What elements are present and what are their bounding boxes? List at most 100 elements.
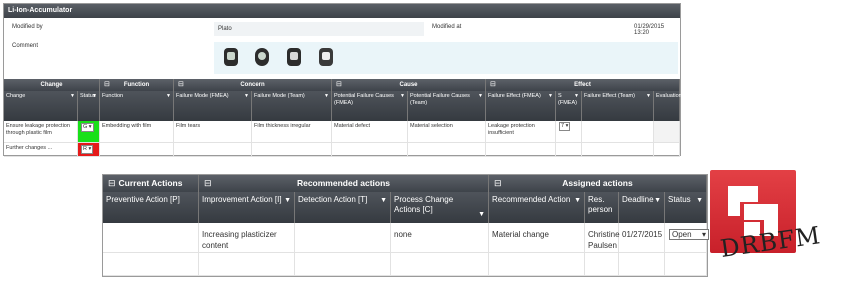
cell-effect-fmea[interactable] — [486, 143, 556, 157]
modified-at-label: Modified at — [432, 24, 462, 30]
sort-arrow-icon[interactable]: ▼ — [284, 196, 291, 206]
sort-arrow-icon[interactable]: ▼ — [548, 93, 553, 100]
modified-row: Modified by Plato Modified at 01/29/2015… — [4, 18, 680, 39]
empty-cell[interactable] — [295, 253, 391, 276]
cell-change[interactable]: Further changes ... — [4, 143, 78, 157]
empty-cell[interactable] — [103, 253, 199, 276]
col-severity[interactable]: S (FMEA) ▼ — [556, 91, 582, 121]
severity-cell[interactable] — [556, 143, 582, 157]
col-failure-mode-fmea[interactable]: Failure Mode (FMEA) ▼ — [174, 91, 252, 121]
cell-improvement[interactable]: Increasing plasticizer content — [199, 223, 295, 253]
col-effect-team[interactable]: Failure Effect (Team) ▼ — [582, 91, 654, 121]
modified-by-label: Modified by — [12, 24, 43, 30]
chevron-down-icon: ▾ — [701, 230, 706, 239]
device-image-3[interactable] — [284, 46, 304, 68]
severity-select[interactable]: 7 ▾ — [559, 122, 571, 131]
cell-effect-team[interactable] — [582, 121, 654, 143]
cell-effect-fmea[interactable]: Leakage protection insufficient — [486, 121, 556, 143]
col-detection-action[interactable]: Detection Action [T] ▼ — [295, 192, 391, 223]
cell-deadline[interactable]: 01/27/2015 — [619, 223, 665, 253]
collapse-icon[interactable]: ⊟ — [104, 79, 110, 91]
col-evaluation[interactable]: Evaluation — [654, 91, 682, 121]
cell-evaluation[interactable] — [654, 121, 680, 143]
sort-arrow-icon[interactable]: ▼ — [478, 93, 483, 100]
sort-arrow-icon[interactable]: ▼ — [380, 196, 387, 206]
comment-label: Comment — [12, 43, 39, 49]
status-select[interactable]: R ▾ — [81, 145, 94, 154]
col-preventive-action[interactable]: Preventive Action [P] — [103, 192, 199, 223]
col-function[interactable]: Function ▼ — [100, 91, 174, 121]
collapse-icon[interactable]: ⊟ — [336, 79, 342, 91]
cell-cause-fmea[interactable] — [332, 143, 408, 157]
col-status[interactable]: Status ▼ — [665, 192, 707, 223]
cell-cause-fmea[interactable]: Material defect — [332, 121, 408, 143]
cell-failure-mode-team[interactable]: Film thickness irregular — [252, 121, 332, 143]
cell-preventive[interactable] — [103, 223, 199, 253]
col-cause-fmea[interactable]: Potential Failure Causes (FMEA) ▼ — [332, 91, 408, 121]
fmea-panel: Li-Ion-Accumulator Modified by Plato Mod… — [3, 3, 682, 157]
device-image-4[interactable] — [316, 46, 336, 68]
cell-change[interactable]: Ensure leakage protection through plasti… — [4, 121, 78, 143]
cell-failure-mode-fmea[interactable] — [174, 143, 252, 157]
sort-arrow-icon[interactable]: ▼ — [70, 93, 75, 100]
cell-effect-team[interactable] — [582, 143, 654, 157]
cell-function[interactable] — [100, 143, 174, 157]
empty-cell[interactable] — [489, 253, 585, 276]
col-res-person[interactable]: Res. person — [585, 192, 619, 223]
collapse-icon[interactable]: ⊟ — [178, 79, 184, 91]
cell-failure-mode-fmea[interactable]: Film tears — [174, 121, 252, 143]
empty-cell[interactable] — [665, 253, 707, 276]
col-cause-team[interactable]: Potential Failure Causes (Team) ▼ — [408, 91, 486, 121]
sort-arrow-icon[interactable]: ▼ — [574, 93, 579, 100]
cell-process-change[interactable]: none — [391, 223, 489, 253]
severity-cell: 7 ▾ — [556, 121, 582, 143]
col-status[interactable]: Status ▼ — [78, 91, 100, 121]
sort-arrow-icon[interactable]: ▼ — [166, 93, 171, 100]
status-select[interactable]: Open ▾ — [669, 229, 709, 240]
col-failure-mode-team[interactable]: Failure Mode (Team) ▼ — [252, 91, 332, 121]
cell-recommended[interactable]: Material change — [489, 223, 585, 253]
sort-arrow-icon[interactable]: ▼ — [654, 196, 661, 206]
sort-arrow-icon[interactable]: ▼ — [400, 93, 405, 100]
collapse-icon[interactable]: ⊟ — [494, 175, 502, 192]
collapse-icon[interactable]: ⊟ — [490, 79, 496, 91]
device-image-2[interactable] — [252, 46, 272, 68]
group-effect: ⊟ Effect — [486, 79, 680, 91]
sort-arrow-icon[interactable]: ▼ — [324, 93, 329, 100]
status-cell: R ▾ — [78, 143, 100, 157]
cell-evaluation[interactable] — [654, 143, 680, 157]
sort-arrow-icon[interactable]: ▼ — [92, 93, 97, 100]
group-recommended-actions: ⊟ Recommended actions — [199, 175, 489, 192]
cell-function[interactable]: Embedding with film — [100, 121, 174, 143]
col-process-change[interactable]: Process Change Actions [C] ▼ — [391, 192, 489, 223]
cell-cause-team[interactable]: Material selection — [408, 121, 486, 143]
col-effect-fmea[interactable]: Failure Effect (FMEA) ▼ — [486, 91, 556, 121]
sort-arrow-icon[interactable]: ▼ — [478, 210, 485, 220]
col-recommended-action[interactable]: Recommended Action ▼ — [489, 192, 585, 223]
panel-title: Li-Ion-Accumulator — [4, 4, 680, 18]
col-improvement-action[interactable]: Improvement Action [I] ▼ — [199, 192, 295, 223]
cell-res-person[interactable]: Christine Paulsen — [585, 223, 620, 253]
cell-detection[interactable] — [295, 223, 391, 253]
cell-cause-team[interactable] — [408, 143, 486, 157]
sort-arrow-icon[interactable]: ▼ — [244, 93, 249, 100]
sort-arrow-icon[interactable]: ▼ — [646, 93, 651, 100]
status-cell: Open ▾ — [665, 223, 709, 253]
group-cause: ⊟ Cause — [332, 79, 486, 91]
empty-cell[interactable] — [199, 253, 295, 276]
collapse-icon[interactable]: ⊟ — [204, 175, 212, 192]
cell-failure-mode-team[interactable] — [252, 143, 332, 157]
sort-arrow-icon[interactable]: ▼ — [696, 196, 703, 206]
device-image-1[interactable] — [221, 46, 241, 68]
status-cell: G ▾ — [78, 121, 100, 143]
empty-cell[interactable] — [619, 253, 665, 276]
empty-cell[interactable] — [391, 253, 489, 276]
col-deadline[interactable]: Deadline ▼ — [619, 192, 665, 223]
empty-cell[interactable] — [585, 253, 619, 276]
col-change[interactable]: Change ▼ — [4, 91, 78, 121]
sort-arrow-icon[interactable]: ▼ — [574, 196, 581, 206]
collapse-icon[interactable]: ⊟ — [108, 175, 116, 192]
status-select[interactable]: G ▾ — [81, 123, 94, 132]
group-assigned-actions: ⊟ Assigned actions — [489, 175, 707, 192]
group-concern: ⊟ Concern — [174, 79, 332, 91]
